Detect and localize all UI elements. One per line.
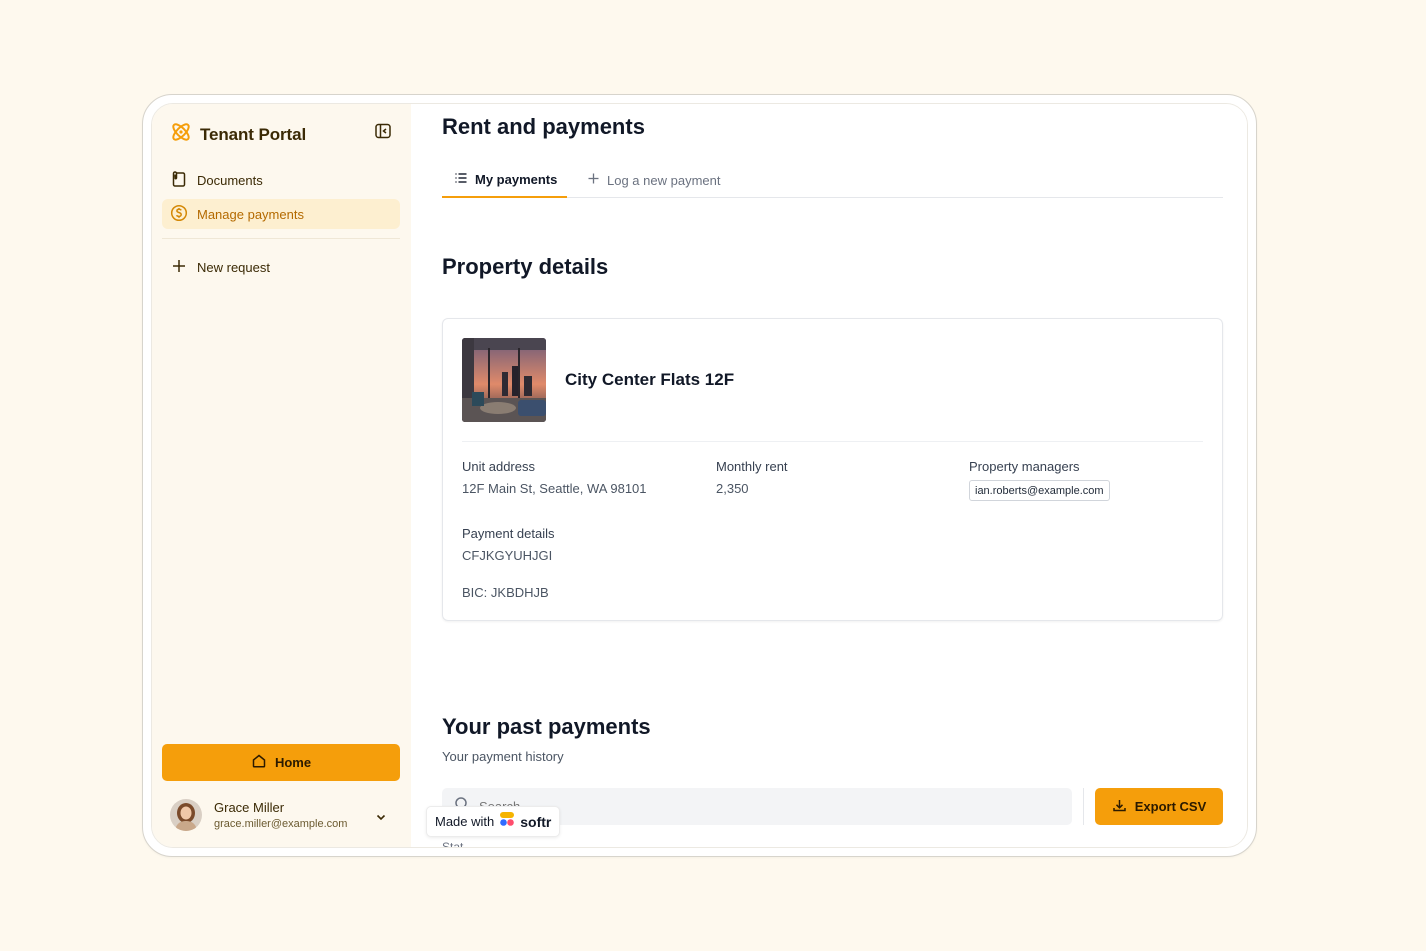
atom-logo-icon xyxy=(169,120,193,149)
sidebar-item-label: Documents xyxy=(197,172,263,188)
user-profile[interactable]: Grace Miller grace.miller@example.com xyxy=(170,799,347,831)
sidebar-item-manage-payments[interactable]: Manage payments xyxy=(162,199,400,229)
card-divider xyxy=(462,441,1203,442)
past-payments-title: Your past payments xyxy=(442,714,651,739)
property-photo xyxy=(462,338,546,422)
property-card: City Center Flats 12F Unit address 12F M… xyxy=(442,318,1223,621)
tab-my-payments[interactable]: My payments xyxy=(442,162,567,198)
download-icon xyxy=(1112,798,1127,816)
new-request-label: New request xyxy=(197,259,270,275)
page-title: Rent and payments xyxy=(442,114,645,139)
app-name: Tenant Portal xyxy=(200,124,307,144)
filter-label-cut: Stat xyxy=(442,840,464,848)
user-name: Grace Miller xyxy=(214,800,285,815)
app-window: Tenant Portal Documents Manage payments … xyxy=(151,103,1248,848)
softr-brand-label: softr xyxy=(520,813,552,830)
tab-bar: My payments Log a new payment xyxy=(442,162,1223,198)
paper-clip-icon xyxy=(170,170,188,191)
tab-label: Log a new payment xyxy=(607,172,721,188)
monthly-rent-value: 2,350 xyxy=(716,481,749,496)
made-with-label: Made with xyxy=(435,814,495,829)
new-request-button[interactable]: New request xyxy=(162,252,400,282)
softr-logo-icon xyxy=(499,811,515,832)
home-button[interactable]: Home xyxy=(162,744,400,781)
user-info: Grace Miller grace.miller@example.com xyxy=(214,800,347,830)
unit-address-label: Unit address xyxy=(462,459,535,474)
export-csv-button[interactable]: Export CSV xyxy=(1095,788,1223,825)
home-label: Home xyxy=(274,755,312,770)
sidebar-divider xyxy=(162,238,400,239)
toolbar-divider xyxy=(1083,788,1084,825)
plus-icon xyxy=(587,172,600,188)
tab-label: My payments xyxy=(475,171,558,187)
search-input[interactable] xyxy=(479,799,1039,814)
list-icon xyxy=(454,171,468,188)
made-with-softr-badge[interactable]: Made with softr xyxy=(426,806,561,837)
user-email: grace.miller@example.com xyxy=(214,818,348,830)
main-content: Rent and payments My payments Log a new … xyxy=(411,104,1247,848)
property-name: City Center Flats 12F xyxy=(565,370,735,389)
property-manager-chip[interactable]: ian.roberts@example.com xyxy=(969,480,1110,501)
property-managers-label: Property managers xyxy=(969,459,1080,474)
bic-value: BIC: JKBDHJB xyxy=(462,585,549,600)
sidebar: Tenant Portal Documents Manage payments … xyxy=(152,104,411,847)
chevron-down-icon[interactable] xyxy=(374,810,388,824)
avatar xyxy=(170,799,202,831)
brand[interactable]: Tenant Portal xyxy=(169,120,306,149)
unit-address-value: 12F Main St, Seattle, WA 98101 xyxy=(462,481,647,496)
plus-icon xyxy=(170,257,188,278)
sidebar-item-documents[interactable]: Documents xyxy=(162,165,400,195)
payment-details-label: Payment details xyxy=(462,526,555,541)
dollar-circle-icon xyxy=(170,204,188,225)
home-icon xyxy=(251,753,267,772)
payment-details-value: CFJKGYUHJGI xyxy=(462,548,553,563)
tab-log-new-payment[interactable]: Log a new payment xyxy=(587,162,720,198)
sidebar-item-label: Manage payments xyxy=(197,206,304,222)
property-details-title: Property details xyxy=(442,254,609,279)
export-csv-label: Export CSV xyxy=(1134,799,1207,814)
past-payments-subtitle: Your payment history xyxy=(442,749,564,764)
monthly-rent-label: Monthly rent xyxy=(716,459,788,474)
collapse-sidebar-icon[interactable] xyxy=(374,122,392,140)
